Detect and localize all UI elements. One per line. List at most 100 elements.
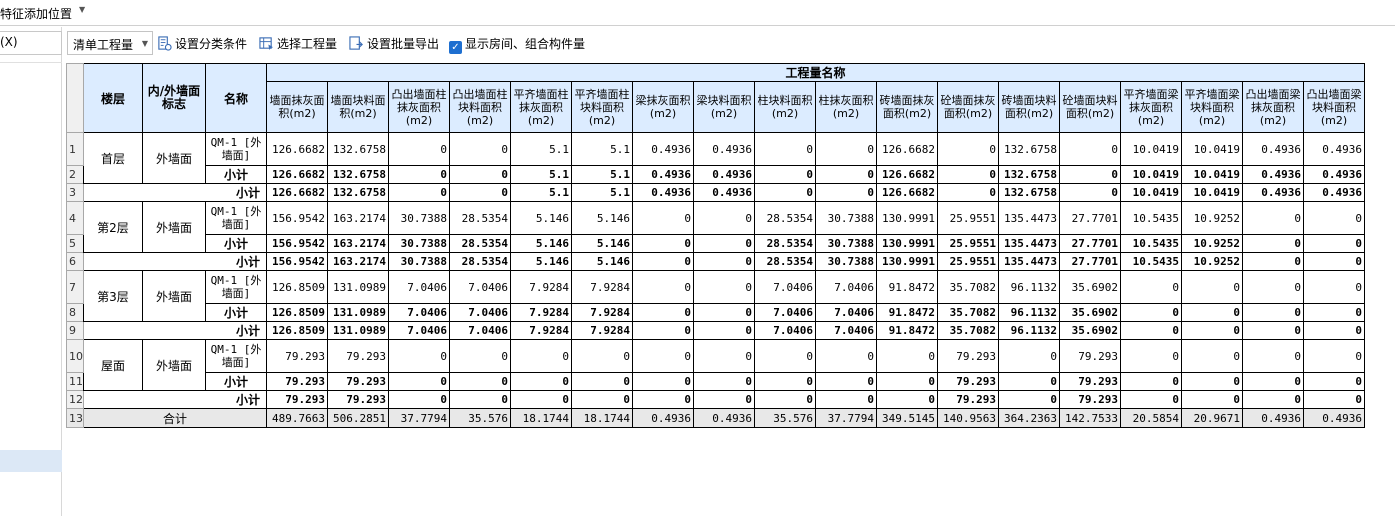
- value-cell[interactable]: 0: [510, 390, 572, 409]
- value-cell[interactable]: 0: [1181, 270, 1243, 304]
- floor-cell[interactable]: 首层: [83, 132, 143, 184]
- column-header[interactable]: 砖墙面块料面积(m2): [998, 81, 1060, 133]
- column-header[interactable]: 砖墙面抹灰面积(m2): [876, 81, 938, 133]
- value-cell[interactable]: 7.9284: [510, 321, 572, 340]
- value-cell[interactable]: 7.0406: [388, 321, 450, 340]
- name-cell[interactable]: QM-1 [外墙面]: [205, 201, 267, 235]
- value-cell[interactable]: 25.9551: [937, 201, 999, 235]
- value-cell[interactable]: 0: [388, 165, 450, 184]
- value-cell[interactable]: 0: [632, 372, 694, 391]
- value-cell[interactable]: 0: [510, 372, 572, 391]
- value-cell[interactable]: 135.4473: [998, 201, 1060, 235]
- value-cell[interactable]: 0.4936: [693, 132, 755, 166]
- value-cell[interactable]: 126.6682: [876, 132, 938, 166]
- column-header[interactable]: 墙面块料面积(m2): [327, 81, 389, 133]
- value-cell[interactable]: 0.4936: [632, 165, 694, 184]
- value-cell[interactable]: 35.6902: [1059, 303, 1121, 322]
- chevron-down-icon[interactable]: ▼: [79, 5, 85, 14]
- value-cell[interactable]: 0: [449, 372, 511, 391]
- value-cell[interactable]: 130.9991: [876, 201, 938, 235]
- value-cell[interactable]: 506.2851: [327, 408, 389, 428]
- subtotal-row[interactable]: 5 小计 156.9542 163.2174 30.7388 28.5354 5.146 5.…: [66, 234, 1365, 253]
- value-cell[interactable]: 132.6758: [998, 165, 1060, 184]
- column-header[interactable]: 凸出墙面柱抹灰面积(m2): [388, 81, 450, 133]
- value-cell[interactable]: 37.7794: [388, 408, 450, 428]
- value-cell[interactable]: 0.4936: [693, 183, 755, 202]
- value-cell[interactable]: 96.1132: [998, 303, 1060, 322]
- floor-subtotal-row[interactable]: 9 小计 126.8509 131.0989 7.0406 7.0406 7.9284 7.9…: [66, 321, 1365, 340]
- value-cell[interactable]: 0: [449, 183, 511, 202]
- value-cell[interactable]: 0: [937, 132, 999, 166]
- value-cell[interactable]: 0: [876, 372, 938, 391]
- value-cell[interactable]: 0: [449, 132, 511, 166]
- value-cell[interactable]: 0: [1120, 303, 1182, 322]
- value-cell[interactable]: 130.9991: [876, 234, 938, 253]
- value-cell[interactable]: 5.146: [571, 234, 633, 253]
- value-cell[interactable]: 0: [632, 390, 694, 409]
- value-cell[interactable]: 163.2174: [327, 234, 389, 253]
- side-header[interactable]: 内/外墙面标志: [142, 63, 206, 133]
- value-cell[interactable]: 30.7388: [815, 201, 877, 235]
- value-cell[interactable]: 79.293: [266, 372, 328, 391]
- value-cell[interactable]: 10.9252: [1181, 252, 1243, 271]
- column-header[interactable]: 平齐墙面柱块料面积(m2): [571, 81, 633, 133]
- value-cell[interactable]: 156.9542: [266, 201, 328, 235]
- value-cell[interactable]: 10.0419: [1181, 183, 1243, 202]
- value-cell[interactable]: 0.4936: [693, 165, 755, 184]
- value-cell[interactable]: 7.0406: [754, 321, 816, 340]
- value-cell[interactable]: 7.9284: [571, 303, 633, 322]
- value-cell[interactable]: 35.7082: [937, 270, 999, 304]
- value-cell[interactable]: 91.8472: [876, 303, 938, 322]
- value-cell[interactable]: 79.293: [327, 339, 389, 373]
- value-cell[interactable]: 0: [1303, 252, 1365, 271]
- value-cell[interactable]: 0: [1242, 270, 1304, 304]
- value-cell[interactable]: 0: [1242, 339, 1304, 373]
- value-cell[interactable]: 5.1: [510, 132, 572, 166]
- value-cell[interactable]: 0: [1059, 132, 1121, 166]
- side-cell[interactable]: 外墙面: [142, 201, 206, 253]
- value-cell[interactable]: 10.0419: [1181, 132, 1243, 166]
- value-cell[interactable]: 7.9284: [571, 270, 633, 304]
- value-cell[interactable]: 0: [1242, 372, 1304, 391]
- value-cell[interactable]: 0.4936: [1303, 165, 1365, 184]
- set-category-button[interactable]: 设置分类条件: [157, 32, 247, 54]
- value-cell[interactable]: 0: [1120, 390, 1182, 409]
- value-cell[interactable]: 0: [693, 372, 755, 391]
- value-cell[interactable]: 0: [1303, 270, 1365, 304]
- value-cell[interactable]: 5.146: [510, 201, 572, 235]
- value-cell[interactable]: 0: [693, 234, 755, 253]
- value-cell[interactable]: 0: [815, 165, 877, 184]
- value-cell[interactable]: 0: [1059, 183, 1121, 202]
- value-cell[interactable]: 7.9284: [510, 303, 572, 322]
- value-cell[interactable]: 30.7388: [388, 201, 450, 235]
- value-cell[interactable]: 0: [388, 132, 450, 166]
- value-cell[interactable]: 0: [1181, 390, 1243, 409]
- value-cell[interactable]: 0: [1120, 339, 1182, 373]
- floor-cell[interactable]: 屋面: [83, 339, 143, 391]
- value-cell[interactable]: 10.5435: [1120, 252, 1182, 271]
- name-header[interactable]: 名称: [205, 63, 267, 133]
- value-cell[interactable]: 0: [693, 270, 755, 304]
- value-cell[interactable]: 28.5354: [449, 201, 511, 235]
- value-cell[interactable]: 0: [1242, 303, 1304, 322]
- column-header[interactable]: 柱块料面积(m2): [754, 81, 816, 133]
- value-cell[interactable]: 349.5145: [876, 408, 938, 428]
- value-cell[interactable]: 5.1: [571, 132, 633, 166]
- value-cell[interactable]: 79.293: [266, 339, 328, 373]
- value-cell[interactable]: 0: [693, 339, 755, 373]
- value-cell[interactable]: 0: [754, 339, 816, 373]
- value-cell[interactable]: 126.8509: [266, 270, 328, 304]
- value-cell[interactable]: 5.1: [571, 183, 633, 202]
- value-cell[interactable]: 0: [754, 390, 816, 409]
- value-cell[interactable]: 0: [1303, 390, 1365, 409]
- name-cell[interactable]: QM-1 [外墙面]: [205, 270, 267, 304]
- value-cell[interactable]: 0: [693, 201, 755, 235]
- value-cell[interactable]: 0: [998, 372, 1060, 391]
- subtotal-row[interactable]: 2 小计 126.6682 132.6758 0 0 5.1 5.1 0.4936 0.4936 0…: [66, 165, 1365, 184]
- value-cell[interactable]: 10.0419: [1120, 132, 1182, 166]
- value-cell[interactable]: 0: [754, 183, 816, 202]
- value-cell[interactable]: 28.5354: [754, 252, 816, 271]
- value-cell[interactable]: 0: [815, 390, 877, 409]
- value-cell[interactable]: 126.6682: [266, 132, 328, 166]
- value-cell[interactable]: 0: [1181, 321, 1243, 340]
